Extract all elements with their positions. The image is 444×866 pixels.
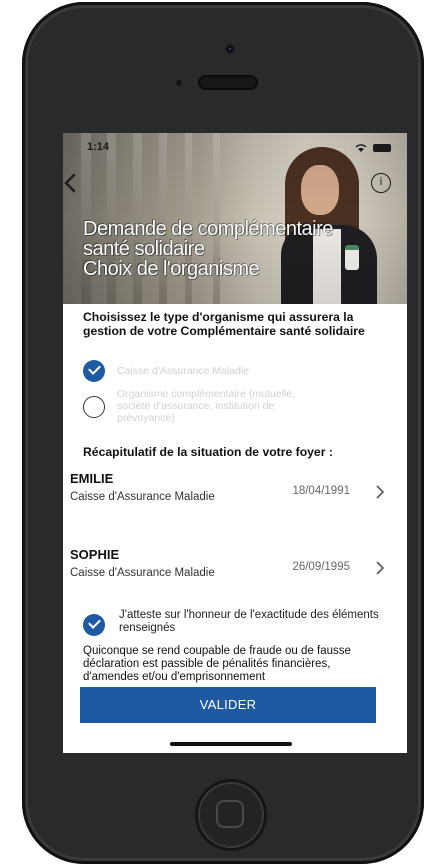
option-caisse[interactable]: Caisse d'Assurance Maladie: [83, 360, 249, 382]
member-birthdate: 18/04/1991: [292, 485, 350, 497]
front-camera: [227, 46, 233, 52]
page-title-line: Demande de complémentaire: [83, 218, 333, 240]
wifi-icon: [355, 143, 367, 152]
household-member-row[interactable]: SOPHIE Caisse d'Assurance Maladie 26/09/…: [70, 547, 392, 593]
home-button-icon: [216, 800, 244, 828]
checked-icon[interactable]: [83, 614, 105, 636]
validate-button[interactable]: VALIDER: [80, 687, 376, 723]
back-chevron-icon[interactable]: [63, 173, 77, 193]
status-time: 1:14: [87, 141, 110, 153]
chevron-right-icon: [376, 485, 385, 499]
proximity-sensor: [176, 80, 182, 86]
member-organisme: Caisse d'Assurance Maladie: [70, 491, 215, 503]
status-icons: ....: [336, 143, 391, 152]
page-title-line: santé solidaire: [83, 238, 205, 260]
household-member-row[interactable]: EMILIE Caisse d'Assurance Maladie 18/04/…: [70, 471, 392, 517]
info-icon[interactable]: i: [371, 173, 391, 193]
recap-title: Récapitulatif de la situation de votre f…: [83, 445, 333, 459]
organisme-question: Choisissez le type d'organisme qui assur…: [83, 310, 365, 338]
attestation-label: J'atteste sur l'honneur de l'exactitude …: [119, 609, 379, 634]
app-screen: 1:14 .... i Demande de complémentaire sa…: [63, 133, 407, 753]
member-birthdate: 26/09/1995: [292, 561, 350, 573]
option-label: Organisme complémentaire (mutuelle, soci…: [117, 388, 295, 424]
option-organisme-complementaire[interactable]: Organisme complémentaire (mutuelle, soci…: [83, 388, 303, 424]
chevron-right-icon: [376, 561, 385, 575]
page-title: Demande de complémentaire santé solidair…: [83, 219, 333, 279]
signal-dots: ....: [336, 143, 349, 152]
page-title-line: Choix de l'organisme: [83, 258, 260, 280]
option-label: Caisse d'Assurance Maladie: [117, 365, 250, 377]
member-name: EMILIE: [70, 471, 114, 486]
legal-warning: Quiconque se rend coupable de fraude ou …: [83, 645, 351, 683]
earpiece-speaker: [200, 77, 256, 88]
radio-unchecked-icon[interactable]: [83, 396, 105, 418]
checked-icon[interactable]: [83, 360, 105, 382]
attestation-checkbox[interactable]: J'atteste sur l'honneur de l'exactitude …: [83, 609, 407, 636]
member-name: SOPHIE: [70, 547, 120, 562]
home-indicator: [170, 742, 292, 746]
member-organisme: Caisse d'Assurance Maladie: [70, 567, 215, 579]
battery-icon: [373, 143, 391, 152]
